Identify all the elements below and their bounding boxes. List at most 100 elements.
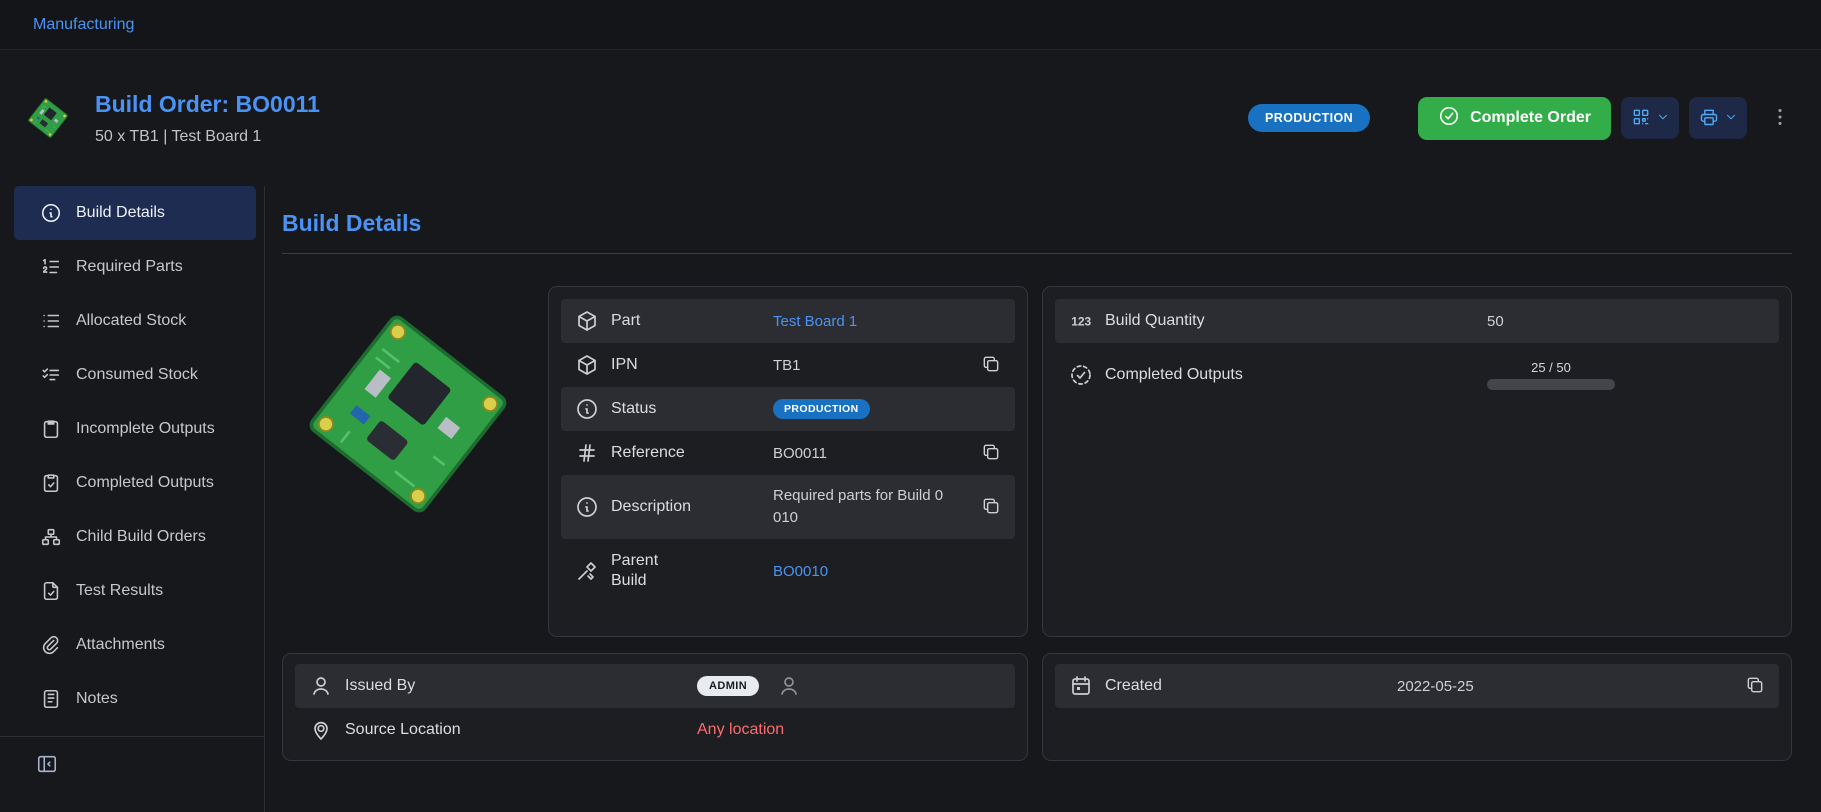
hash-icon: [575, 441, 599, 465]
parent-build-link[interactable]: BO0010: [773, 563, 828, 580]
sidebar-divider: [0, 736, 264, 737]
row-label: Reference: [611, 443, 761, 463]
overflow-menu-button[interactable]: [1769, 106, 1791, 131]
sidebar-item-label: Child Build Orders: [76, 528, 206, 546]
source-location-value: Any location: [697, 721, 784, 739]
sidebar-item-label: Notes: [76, 690, 118, 708]
package-icon: [575, 353, 599, 377]
user-icon: [777, 674, 801, 698]
copy-icon: [981, 442, 1001, 465]
list-icon: [40, 310, 62, 332]
clipboard-check-icon: [40, 472, 62, 494]
complete-order-label: Complete Order: [1470, 109, 1591, 127]
sidebar-collapse-button[interactable]: [0, 745, 264, 785]
app-root: Manufacturing Build Order: BO0011 50 x T…: [0, 0, 1821, 812]
list-numbers-icon: [40, 256, 62, 278]
copy-button[interactable]: [981, 354, 1001, 377]
sidebar-item-consumed-stock[interactable]: Consumed Stock: [14, 348, 256, 402]
info-circle-icon: [575, 495, 599, 519]
sidebar-item-label: Test Results: [76, 582, 163, 600]
production-status-badge: PRODUCTION: [1248, 104, 1370, 132]
row-completed-outputs: Completed Outputs 25 / 50: [1055, 343, 1779, 407]
barcode-actions-button[interactable]: [1621, 97, 1679, 139]
page-header: Build Order: BO0011 50 x TB1 | Test Boar…: [0, 50, 1821, 186]
row-label: Part: [611, 311, 761, 331]
sidebar-item-attachments[interactable]: Attachments: [14, 618, 256, 672]
qr-code-icon: [1631, 107, 1651, 130]
issued-panel: Issued By ADMIN Source Location Any loca…: [282, 653, 1028, 761]
build-details-panel: Part Test Board 1 IPN TB1 Status PRODUCT…: [548, 286, 1028, 637]
reference-value: BO0011: [773, 445, 827, 462]
row-label: Completed Outputs: [1105, 365, 1475, 385]
row-label: Status: [611, 399, 761, 419]
admin-badge: ADMIN: [697, 676, 759, 696]
progress-track: [1487, 379, 1615, 390]
chevron-down-icon: [1656, 110, 1670, 127]
detail-row-description: Description Required parts for Build 001…: [561, 475, 1015, 539]
tools-icon: [575, 559, 599, 583]
complete-order-button[interactable]: Complete Order: [1418, 97, 1611, 140]
sidebar-item-build-details[interactable]: Build Details: [14, 186, 256, 240]
dots-vertical-icon: [1769, 106, 1791, 131]
print-actions-button[interactable]: [1689, 97, 1747, 139]
created-value: 2022-05-25: [1397, 678, 1474, 695]
sidebar-item-test-results[interactable]: Test Results: [14, 564, 256, 618]
section-heading: Build Details: [282, 210, 1792, 237]
issued-by-value: ADMIN: [697, 674, 801, 698]
part-link[interactable]: Test Board 1: [773, 313, 857, 330]
sidebar-item-incomplete-outputs[interactable]: Incomplete Outputs: [14, 402, 256, 456]
row-created: Created 2022-05-25: [1055, 664, 1779, 708]
list-check-icon: [40, 364, 62, 386]
sitemap-icon: [40, 526, 62, 548]
part-image[interactable]: [282, 286, 534, 637]
sidebar-item-label: Completed Outputs: [76, 474, 214, 492]
row-source-location: Source Location Any location: [295, 708, 1015, 752]
breadcrumb-manufacturing[interactable]: Manufacturing: [33, 16, 134, 34]
user-icon: [309, 674, 333, 698]
row-label: Issued By: [345, 676, 685, 696]
copy-button[interactable]: [1745, 675, 1765, 698]
breadcrumb: Manufacturing: [0, 0, 1821, 50]
sidebar-item-required-parts[interactable]: Required Parts: [14, 240, 256, 294]
copy-icon: [1745, 675, 1765, 698]
sidebar: Build Details Required Parts Allocated S…: [0, 186, 265, 812]
sidebar-item-label: Incomplete Outputs: [76, 420, 215, 438]
page-title: Build Order: BO0011: [95, 91, 320, 118]
collapse-sidebar-icon: [36, 753, 58, 778]
row-label: Description: [611, 497, 761, 517]
sidebar-item-notes[interactable]: Notes: [14, 672, 256, 726]
test-results-icon: [40, 580, 62, 602]
detail-row-reference: Reference BO0011: [561, 431, 1015, 475]
copy-button[interactable]: [981, 442, 1001, 465]
sidebar-item-child-build-orders[interactable]: Child Build Orders: [14, 510, 256, 564]
detail-row-part: Part Test Board 1: [561, 299, 1015, 343]
copy-icon: [981, 354, 1001, 377]
page-subtitle: 50 x TB1 | Test Board 1: [95, 128, 320, 146]
quantity-panel: Build Quantity 50 Completed Outputs 25 /…: [1042, 286, 1792, 637]
status-badge: PRODUCTION: [773, 399, 870, 419]
detail-row-ipn: IPN TB1: [561, 343, 1015, 387]
map-pin-icon: [309, 718, 333, 742]
copy-icon: [981, 496, 1001, 519]
chevron-down-icon: [1724, 110, 1738, 127]
circle-check-icon: [1438, 105, 1460, 132]
description-value: Required parts for Build 0010: [773, 485, 949, 529]
numbers-123-icon: [1069, 309, 1093, 333]
progress-check-icon: [1069, 363, 1093, 387]
build-thumbnail[interactable]: [23, 93, 73, 143]
main-content: Build Details Part Test Board 1 I: [265, 186, 1821, 812]
sidebar-item-label: Allocated Stock: [76, 312, 186, 330]
package-icon: [575, 309, 599, 333]
clipboard-icon: [40, 418, 62, 440]
row-label: Build Quantity: [1105, 311, 1475, 331]
copy-button[interactable]: [981, 496, 1001, 519]
info-circle-icon: [575, 397, 599, 421]
row-build-quantity: Build Quantity 50: [1055, 299, 1779, 343]
sidebar-item-allocated-stock[interactable]: Allocated Stock: [14, 294, 256, 348]
ipn-value: TB1: [773, 357, 801, 374]
sidebar-item-label: Attachments: [76, 636, 165, 654]
printer-icon: [1699, 107, 1719, 130]
row-label: IPN: [611, 355, 761, 375]
detail-row-status: Status PRODUCTION: [561, 387, 1015, 431]
sidebar-item-completed-outputs[interactable]: Completed Outputs: [14, 456, 256, 510]
